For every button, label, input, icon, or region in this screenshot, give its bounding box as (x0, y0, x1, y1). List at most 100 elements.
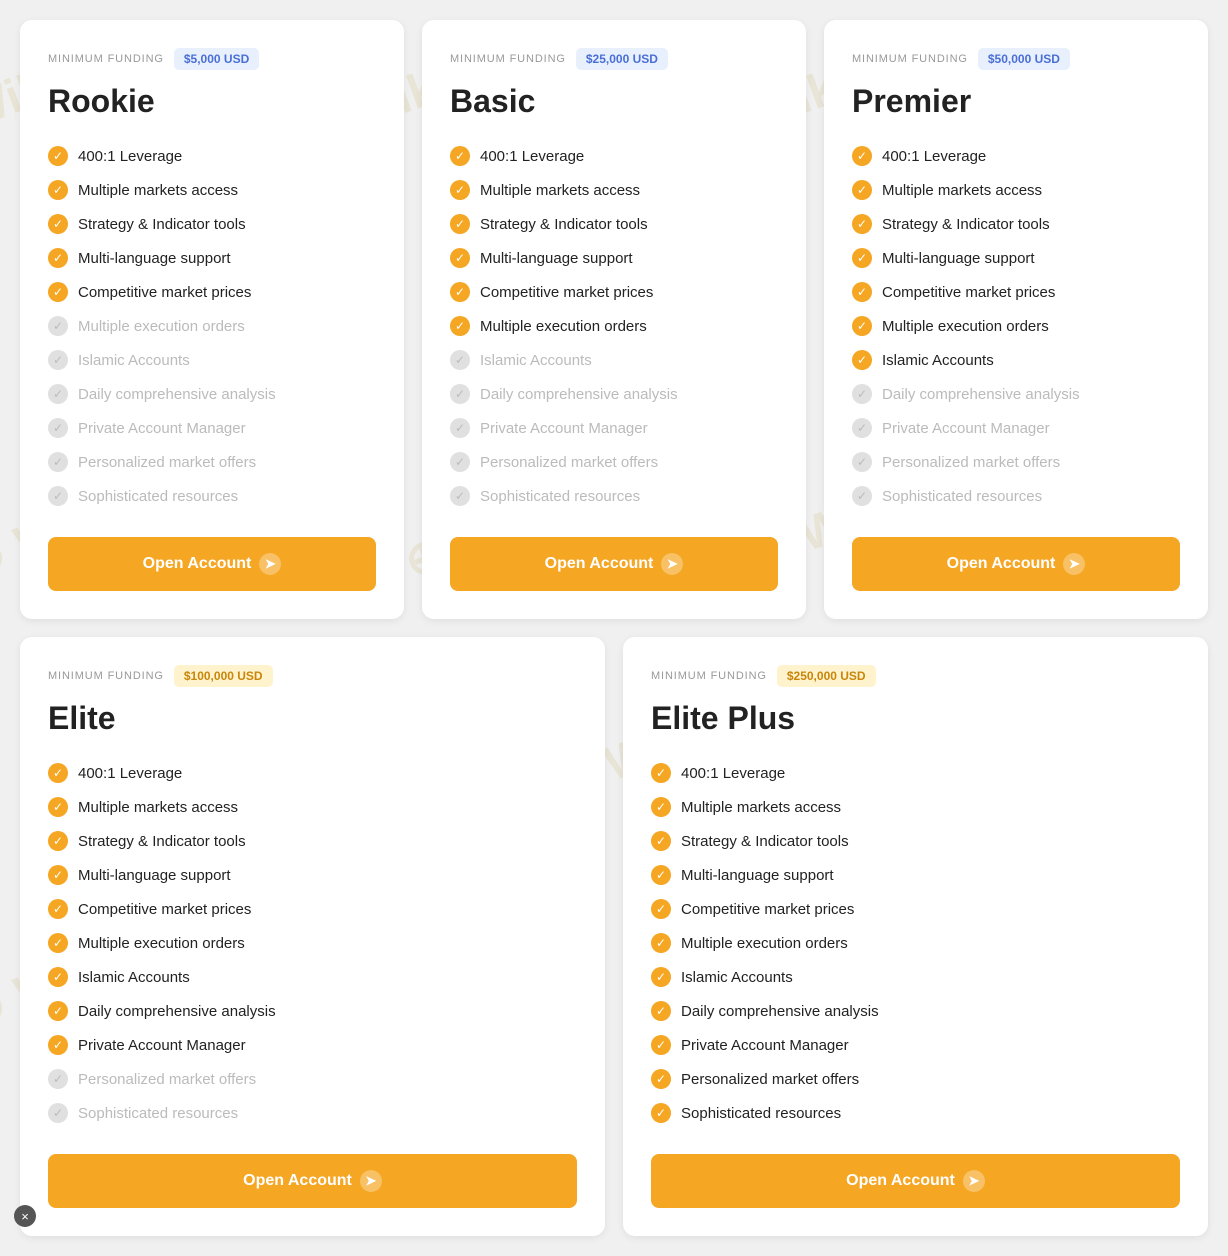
feature-item: ✓400:1 Leverage (852, 139, 1180, 173)
card-title: Basic (450, 84, 778, 119)
card-title: Premier (852, 84, 1180, 119)
feature-item: ✓Islamic Accounts (48, 343, 376, 377)
feature-item: ✓Strategy & Indicator tools (852, 207, 1180, 241)
feature-label: Strategy & Indicator tools (882, 216, 1050, 233)
card-header: MINIMUM FUNDING$5,000 USDRookie (48, 48, 376, 119)
check-icon: ✓ (48, 763, 68, 783)
open-account-button-rookie[interactable]: Open Account➤ (48, 537, 376, 591)
feature-item: ✓Islamic Accounts (450, 343, 778, 377)
feature-item: ✓Multi-language support (48, 858, 577, 892)
feature-label: Multiple execution orders (882, 318, 1049, 335)
feature-label: 400:1 Leverage (78, 765, 182, 782)
min-funding-label: MINIMUM FUNDING (651, 670, 767, 682)
min-funding-row: MINIMUM FUNDING$100,000 USD (48, 665, 577, 687)
btn-arrow-icon: ➤ (661, 553, 683, 575)
feature-item: ✓Strategy & Indicator tools (450, 207, 778, 241)
feature-item: ✓Private Account Manager (48, 1028, 577, 1062)
feature-item: ✓ Multiple markets access (450, 173, 778, 207)
feature-label: Daily comprehensive analysis (681, 1003, 879, 1020)
feature-item: ✓ Personalized market offers (48, 1062, 577, 1096)
check-icon: ✓ (48, 282, 68, 302)
min-funding-badge: $5,000 USD (174, 48, 259, 70)
feature-item: ✓Daily comprehensive analysis (48, 994, 577, 1028)
feature-item: ✓Private Account Manager (450, 411, 778, 445)
feature-item: ✓Multiple execution orders (48, 926, 577, 960)
check-icon: ✓ (48, 1103, 68, 1123)
open-account-button-premier[interactable]: Open Account➤ (852, 537, 1180, 591)
feature-item: ✓Competitive market prices (651, 892, 1180, 926)
feature-label: Daily comprehensive analysis (882, 386, 1080, 403)
btn-label: Open Account (846, 1172, 955, 1190)
min-funding-row: MINIMUM FUNDING$50,000 USD (852, 48, 1180, 70)
feature-label: 400:1 Leverage (78, 148, 182, 165)
close-button[interactable]: × (14, 1205, 36, 1227)
feature-label: Strategy & Indicator tools (480, 216, 648, 233)
check-icon: ✓ (450, 316, 470, 336)
feature-label: Multiple execution orders (480, 318, 647, 335)
min-funding-badge: $250,000 USD (777, 665, 876, 687)
top-cards-grid: MINIMUM FUNDING$5,000 USDRookie✓400:1 Le… (20, 20, 1208, 619)
feature-item: ✓ 400:1 Leverage (48, 756, 577, 790)
check-icon: ✓ (852, 384, 872, 404)
feature-item: ✓Personalized market offers (651, 1062, 1180, 1096)
min-funding-label: MINIMUM FUNDING (852, 53, 968, 65)
feature-label: Multiple markets access (480, 182, 640, 199)
check-icon: ✓ (48, 1035, 68, 1055)
open-account-button-elite-plus[interactable]: Open Account➤ (651, 1154, 1180, 1208)
feature-label: Daily comprehensive analysis (78, 1003, 276, 1020)
check-icon: ✓ (651, 1069, 671, 1089)
feature-label: Sophisticated resources (78, 1105, 238, 1122)
feature-item: ✓Multiple markets access (48, 173, 376, 207)
check-icon: ✓ (852, 316, 872, 336)
check-icon: ✓ (651, 1035, 671, 1055)
card-header: MINIMUM FUNDING$25,000 USDBasic (450, 48, 778, 119)
feature-item: ✓Multi-language support (48, 241, 376, 275)
feature-item: ✓ Multiple execution orders (450, 309, 778, 343)
features-list: ✓400:1 Leverage✓Multiple markets access✓… (450, 139, 778, 513)
card-header: MINIMUM FUNDING$50,000 USD Premier (852, 48, 1180, 119)
feature-item: ✓ Private Account Manager (48, 411, 376, 445)
feature-item: ✓Multiple markets access (852, 173, 1180, 207)
check-icon: ✓ (651, 763, 671, 783)
card-rookie: MINIMUM FUNDING$5,000 USDRookie ✓ 400:1 Le… (20, 20, 404, 619)
feature-item: ✓400:1 Leverage (450, 139, 778, 173)
feature-item: ✓Sophisticated resources (651, 1096, 1180, 1130)
check-icon: ✓ (48, 316, 68, 336)
min-funding-badge: $25,000 USD (576, 48, 668, 70)
feature-label: 400:1 Leverage (681, 765, 785, 782)
feature-item: ✓Strategy & Indicator tools (651, 824, 1180, 858)
features-list: ✓400:1 Leverage✓Multiple markets access✓… (48, 756, 577, 1130)
check-icon: ✓ (651, 899, 671, 919)
card-title: Elite Plus (651, 701, 1180, 736)
open-account-button-elite[interactable]: Open Account➤ (48, 1154, 577, 1208)
feature-label: 400:1 Leverage (882, 148, 986, 165)
check-icon: ✓ (651, 797, 671, 817)
feature-item: ✓Islamic Accounts (852, 343, 1180, 377)
feature-item: ✓Islamic Accounts (651, 960, 1180, 994)
feature-label: Personalized market offers (78, 1071, 256, 1088)
check-icon: ✓ (48, 214, 68, 234)
feature-label: Multiple execution orders (681, 935, 848, 952)
check-icon: ✓ (48, 180, 68, 200)
feature-item: ✓Personalized market offers (450, 445, 778, 479)
feature-item: ✓Private Account Manager (651, 1028, 1180, 1062)
feature-label: Islamic Accounts (78, 969, 190, 986)
check-icon: ✓ (48, 452, 68, 472)
feature-item: ✓ Daily comprehensive analysis (852, 377, 1180, 411)
feature-label: Private Account Manager (78, 420, 246, 437)
btn-label: Open Account (947, 555, 1056, 573)
min-funding-row: MINIMUM FUNDING$5,000 USD (48, 48, 376, 70)
check-icon: ✓ (450, 180, 470, 200)
feature-label: Multiple execution orders (78, 935, 245, 952)
feature-label: Competitive market prices (480, 284, 653, 301)
feature-item: ✓ Strategy & Indicator tools (48, 207, 376, 241)
check-icon: ✓ (48, 418, 68, 438)
check-icon: ✓ (48, 865, 68, 885)
open-account-button-basic[interactable]: Open Account➤ (450, 537, 778, 591)
feature-label: Strategy & Indicator tools (78, 216, 246, 233)
feature-item: ✓Multiple markets access (48, 790, 577, 824)
check-icon: ✓ (450, 486, 470, 506)
feature-label: 400:1 Leverage (480, 148, 584, 165)
card-header: MINIMUM FUNDING $250,000 USD Elite Plus (651, 665, 1180, 736)
check-icon: ✓ (48, 1069, 68, 1089)
